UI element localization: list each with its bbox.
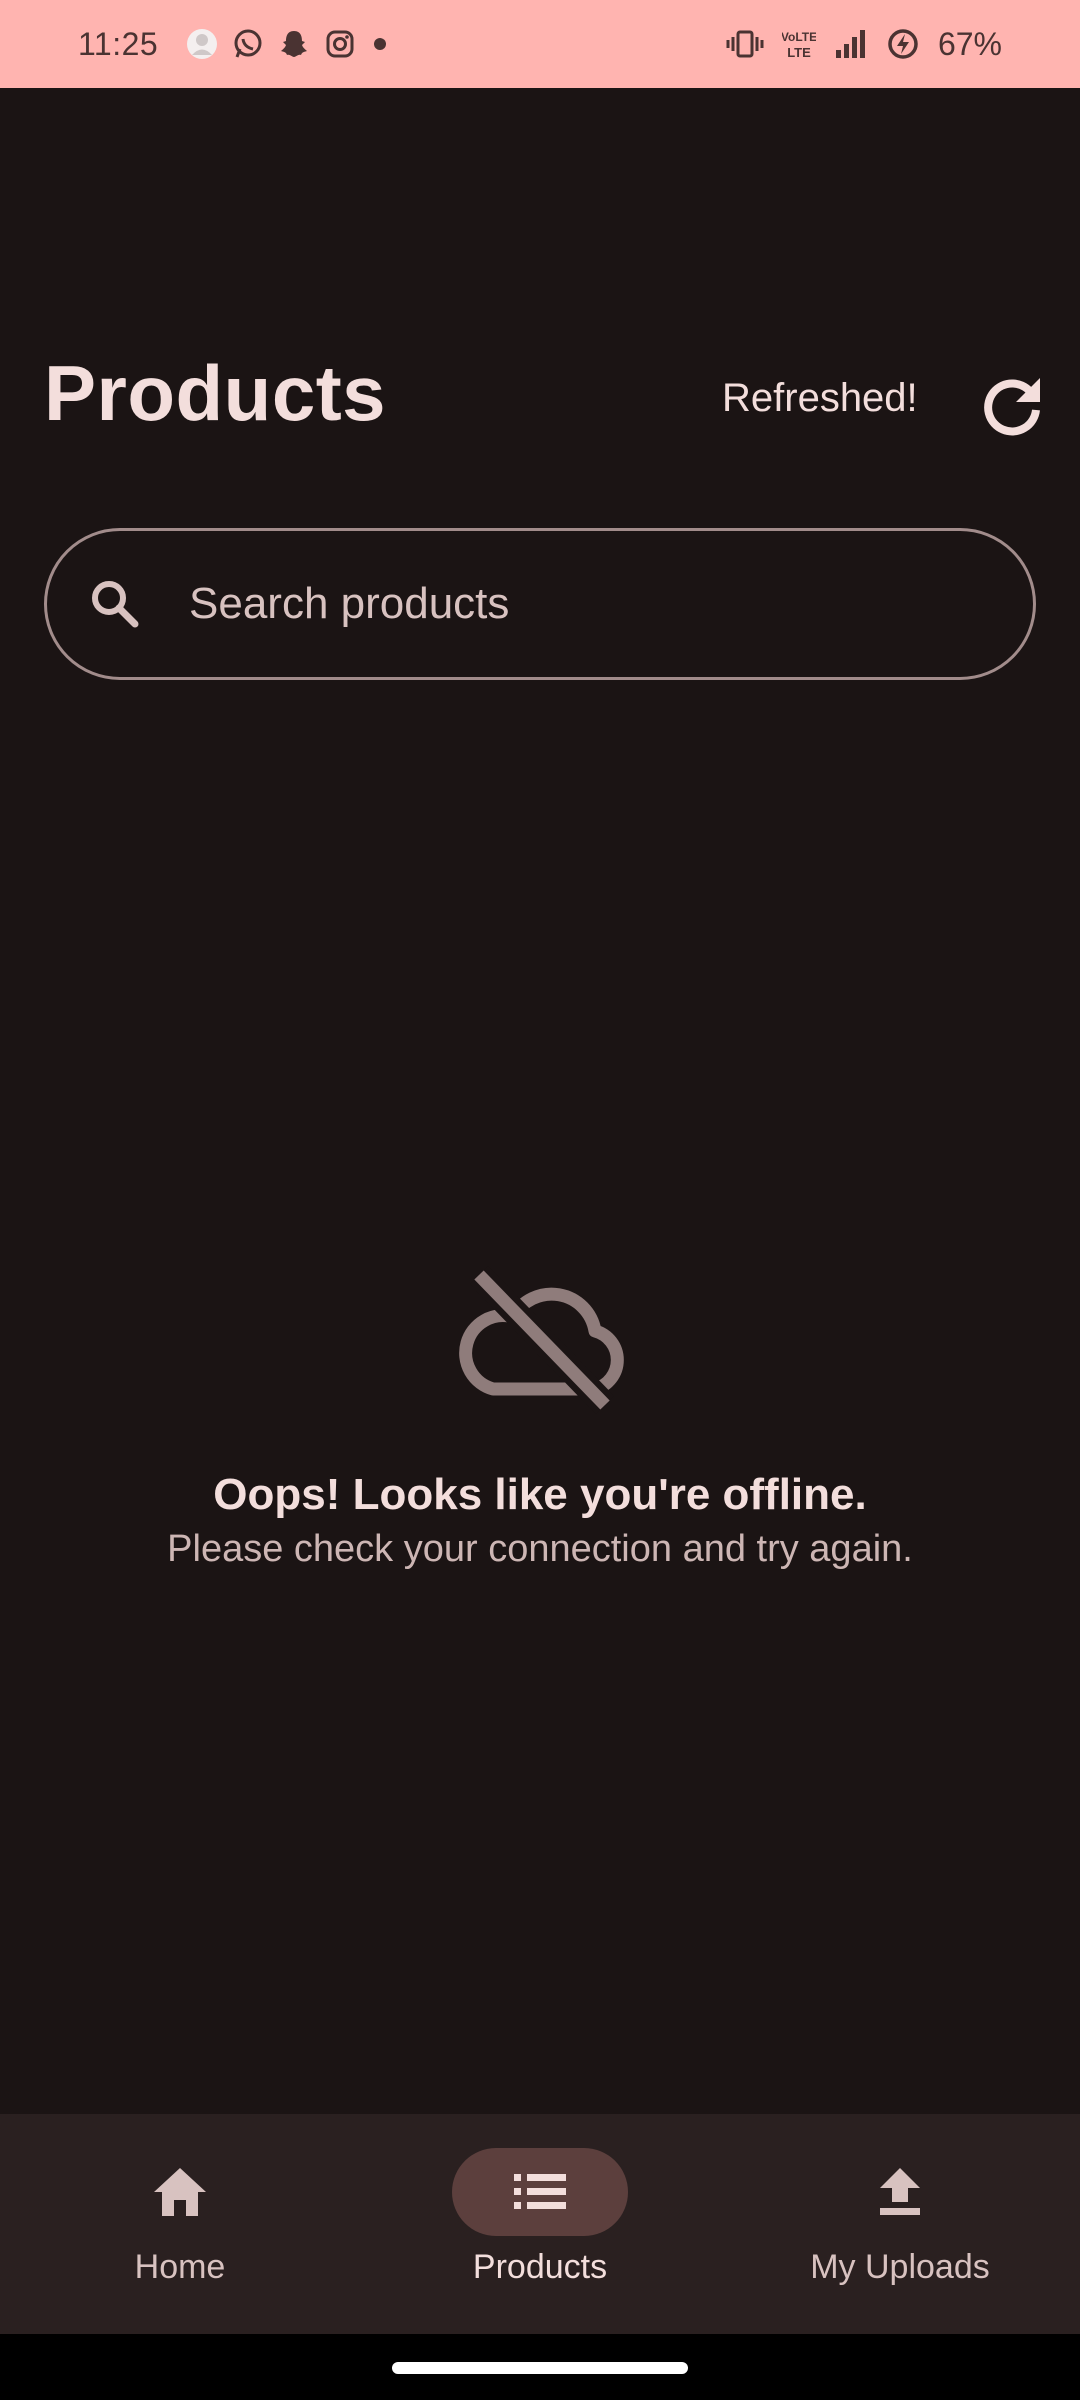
refresh-status: Refreshed!	[722, 376, 918, 420]
search-icon	[83, 572, 147, 636]
nav-item-home[interactable]: Home	[0, 2114, 360, 2334]
offline-state: Oops! Looks like you're offline. Please …	[0, 1265, 1080, 1571]
nav-active-indicator	[452, 2148, 628, 2236]
upload-icon	[880, 2168, 920, 2215]
dot-icon	[370, 34, 390, 54]
vibrate-icon	[726, 28, 764, 60]
status-time: 11:25	[78, 25, 159, 62]
nav-icon-container	[812, 2148, 988, 2236]
avatar-icon	[186, 28, 218, 60]
battery-saver-icon	[886, 27, 920, 61]
refresh-button[interactable]	[978, 370, 1048, 440]
nav-item-products[interactable]: Products	[360, 2114, 720, 2334]
nav-item-my-uploads[interactable]: My Uploads	[720, 2114, 1080, 2334]
whatsapp-icon	[232, 28, 264, 60]
nav-label-my-uploads: My Uploads	[810, 2248, 990, 2286]
refresh-icon	[984, 378, 1040, 436]
signal-icon	[834, 28, 868, 60]
search-bar[interactable]	[44, 528, 1036, 680]
offline-subtitle: Please check your connection and try aga…	[167, 1528, 913, 1570]
home-gesture-handle[interactable]	[392, 2362, 688, 2374]
volte-icon: VoLTE LTE	[782, 27, 816, 61]
search-input[interactable]	[187, 578, 1033, 630]
list-icon	[514, 2174, 566, 2209]
notification-icons	[186, 28, 390, 60]
home-icon	[154, 2168, 206, 2216]
instagram-icon	[324, 28, 356, 60]
gesture-navigation-area	[0, 2334, 1080, 2400]
offline-title: Oops! Looks like you're offline.	[213, 1470, 867, 1519]
nav-label-products: Products	[472, 2248, 608, 2286]
svg-text:LTE: LTE	[787, 45, 811, 60]
cloud-off-icon	[459, 1265, 624, 1415]
snapchat-icon	[278, 28, 310, 60]
bottom-navigation: Home Products My Uploads	[0, 2114, 1080, 2334]
status-bar: 11:25 VoLTE LTE 67%	[0, 0, 1080, 88]
svg-text:VoLTE: VoLTE	[782, 30, 816, 44]
nav-icon-container	[92, 2148, 268, 2236]
nav-label-home: Home	[134, 2248, 226, 2286]
system-icons: VoLTE LTE 67%	[726, 26, 1002, 63]
page-title: Products	[44, 349, 387, 437]
battery-percent: 67%	[937, 25, 1002, 62]
page-header: Products Refreshed!	[0, 340, 1080, 470]
